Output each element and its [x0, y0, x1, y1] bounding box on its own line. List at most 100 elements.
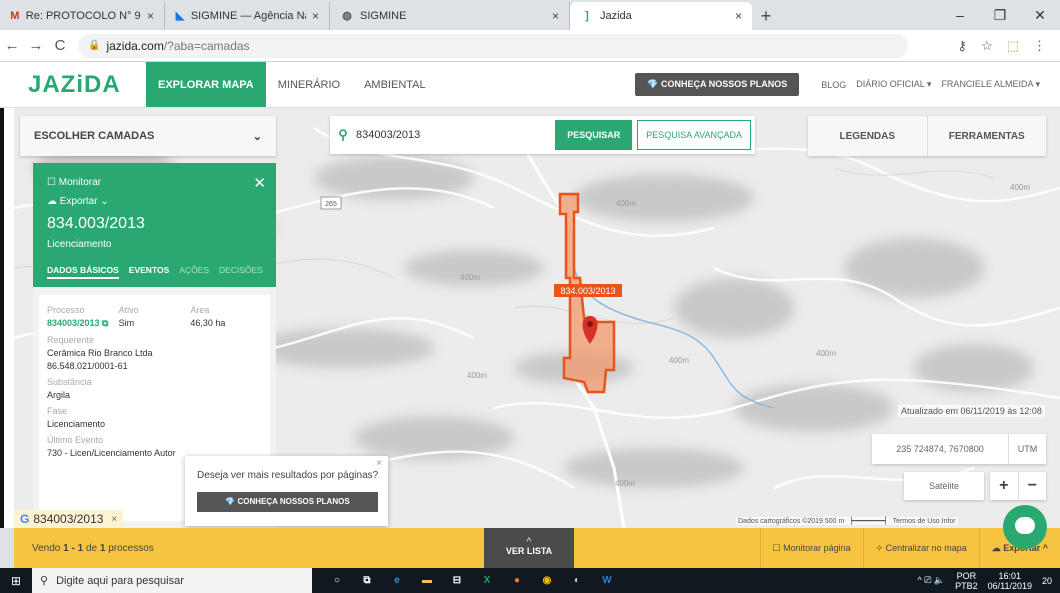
- popup-plans-button[interactable]: 💎 CONHEÇA NOSSOS PLANOS: [197, 492, 378, 512]
- elevation-label: 400m: [816, 349, 836, 358]
- url-bar[interactable]: 🔒 jazida.com /?aba=camadas: [78, 33, 908, 58]
- chevron-down-icon: ⌄: [252, 130, 262, 143]
- maximize-button[interactable]: ❐: [980, 0, 1020, 30]
- plans-button[interactable]: 💎 CONHEÇA NOSSOS PLANOS: [635, 73, 800, 96]
- elevation-label: 400m: [615, 479, 635, 488]
- nav-ambiental[interactable]: AMBIENTAL: [352, 62, 438, 107]
- close-icon[interactable]: ×: [111, 514, 117, 525]
- jazida-logo[interactable]: JAZiDA: [0, 62, 146, 107]
- parcel-label: 834.003/2013: [560, 286, 615, 296]
- coordinate-unit-toggle[interactable]: UTM: [1008, 434, 1046, 464]
- taskbar-search[interactable]: ⚲ Digite aqui para pesquisar: [32, 568, 312, 593]
- key-icon[interactable]: ⚷: [958, 38, 968, 54]
- summary-row: Processo 834003/2013 ⧉ Ativo Sim Área 46…: [47, 305, 262, 329]
- road-label: 265: [325, 201, 337, 208]
- export-button[interactable]: ☁ Exportar ⌄: [47, 196, 109, 207]
- close-icon[interactable]: ✕: [253, 174, 266, 192]
- zoom-out-button[interactable]: −: [1019, 472, 1047, 500]
- monitor-page-button[interactable]: ☐ Monitorar página: [759, 528, 863, 568]
- close-icon[interactable]: ×: [735, 9, 742, 23]
- layers-dropdown[interactable]: ESCOLHER CAMADAS ⌄: [20, 116, 276, 156]
- tab-dados-basicos[interactable]: DADOS BÁSICOS: [47, 265, 119, 279]
- menu-icon[interactable]: ⋮: [1033, 38, 1046, 54]
- reload-button[interactable]: C: [48, 37, 72, 54]
- nav-blog[interactable]: BLOG: [821, 80, 846, 90]
- user-menu[interactable]: FRANCIELE ALMEIDA ▾: [941, 79, 1040, 90]
- cortana-icon[interactable]: ○: [326, 570, 348, 592]
- tab-label: Jazida: [600, 10, 632, 22]
- minimize-button[interactable]: –: [940, 0, 980, 30]
- tab-label: SIGMINE — Agência Nacional de: [190, 10, 306, 22]
- app-header: JAZiDA EXPLORAR MAPA MINERÁRIO AMBIENTAL…: [0, 62, 1060, 108]
- close-icon[interactable]: ×: [552, 9, 559, 23]
- notification-icon[interactable]: 20: [1042, 576, 1052, 586]
- window-controls: – ❐ ✕: [940, 0, 1060, 30]
- search-input[interactable]: 834003/2013: [356, 129, 555, 141]
- tab-decisoes[interactable]: DECISÕES: [219, 265, 263, 279]
- tools-button[interactable]: FERRAMENTAS: [928, 116, 1047, 156]
- monitor-button[interactable]: ☐ Monitorar: [47, 177, 101, 188]
- map-top-tools: LEGENDAS FERRAMENTAS: [808, 116, 1046, 156]
- fase-value: Licenciamento: [47, 419, 106, 429]
- processo-link[interactable]: 834003/2013 ⧉: [47, 318, 119, 329]
- close-icon[interactable]: ×: [376, 458, 382, 469]
- store-icon[interactable]: ⊟: [446, 570, 468, 592]
- jazida-icon: ]: [585, 10, 589, 22]
- panel-tabs: DADOS BÁSICOS EVENTOS AÇÕES DECISÕES: [47, 265, 263, 279]
- view-list-label: VER LISTA: [505, 546, 553, 556]
- excel-icon[interactable]: X: [476, 570, 498, 592]
- tab-acoes[interactable]: AÇÕES: [179, 265, 209, 279]
- tab-eventos[interactable]: EVENTOS: [129, 265, 169, 279]
- star-icon[interactable]: ☆: [981, 38, 993, 54]
- new-tab-button[interactable]: +: [752, 2, 780, 30]
- chrome-icon[interactable]: ◉: [536, 570, 558, 592]
- browser-tab-sigmine[interactable]: ◍ SIGMINE ×: [330, 2, 570, 30]
- nav-explorar-mapa[interactable]: EXPLORAR MAPA: [146, 62, 266, 107]
- app-icon[interactable]: ◐: [566, 570, 588, 592]
- satellite-toggle[interactable]: Satélite: [904, 472, 984, 500]
- requerente-value: Cerâmica Rio Branco Ltda: [47, 348, 153, 358]
- tab-label: SIGMINE: [360, 10, 407, 22]
- edge-icon[interactable]: e: [386, 570, 408, 592]
- chat-button[interactable]: [1003, 505, 1047, 549]
- clock[interactable]: 16:01 06/11/2019: [988, 571, 1032, 591]
- map-attribution: Dados cartográficos ©2019 500 m ▕━━━━━━━…: [736, 517, 958, 525]
- legends-button[interactable]: LEGENDAS: [808, 116, 928, 156]
- close-icon[interactable]: ×: [312, 9, 319, 23]
- taskview-icon[interactable]: ⧉: [356, 570, 378, 592]
- browser-tab-sigmine-agencia[interactable]: ◣ SIGMINE — Agência Nacional de ×: [165, 2, 330, 30]
- evento-label: Último Evento: [47, 435, 104, 445]
- globe-icon: ◍: [342, 10, 352, 22]
- forward-button[interactable]: →: [24, 37, 48, 54]
- windows-start-icon[interactable]: ⊞: [0, 574, 32, 588]
- clock-time: 16:01: [998, 570, 1022, 581]
- explorer-icon[interactable]: ▬: [416, 570, 438, 592]
- elevation-label: 400m: [467, 371, 487, 380]
- view-list-button[interactable]: ^ VER LISTA: [484, 528, 574, 568]
- advanced-search-button[interactable]: PESQUISA AVANÇADA: [637, 120, 751, 150]
- firefox-icon[interactable]: ●: [506, 570, 528, 592]
- taskbar-search-placeholder: Digite aqui para pesquisar: [56, 574, 184, 587]
- url-path: /?aba=camadas: [163, 38, 250, 53]
- center-map-button[interactable]: ✧ Centralizar no mapa: [862, 528, 979, 568]
- search-button[interactable]: PESQUISAR: [555, 120, 633, 150]
- word-icon[interactable]: W: [596, 570, 618, 592]
- browser-tab-jazida[interactable]: ] Jazida ×: [570, 2, 752, 30]
- close-window-button[interactable]: ✕: [1020, 0, 1060, 30]
- browser-tab-gmail[interactable]: M Re: PROTOCOLO N° 91117554/2 ×: [0, 2, 165, 30]
- zoom-in-button[interactable]: +: [990, 472, 1019, 500]
- url-host: jazida.com: [106, 38, 164, 53]
- elevation-label: 400m: [616, 199, 636, 208]
- close-icon[interactable]: ×: [147, 9, 154, 23]
- system-tray: ^ ⎚ 🔈 POR PTB2 16:01 06/11/2019 20: [917, 571, 1060, 591]
- extension-icon[interactable]: ⬚: [1007, 38, 1019, 54]
- lock-icon: 🔒: [88, 40, 101, 51]
- nav-minerario[interactable]: MINERÁRIO: [266, 62, 352, 107]
- tray-icons[interactable]: ^ ⎚ 🔈: [917, 575, 945, 586]
- gmail-icon: M: [10, 10, 20, 22]
- language-code: POR: [956, 570, 977, 581]
- keyboard-layout: PTB2: [955, 580, 978, 591]
- back-button[interactable]: ←: [0, 37, 24, 54]
- language-indicator[interactable]: POR PTB2: [955, 571, 978, 591]
- nav-diario-oficial[interactable]: DIÁRIO OFICIAL ▾: [856, 79, 931, 90]
